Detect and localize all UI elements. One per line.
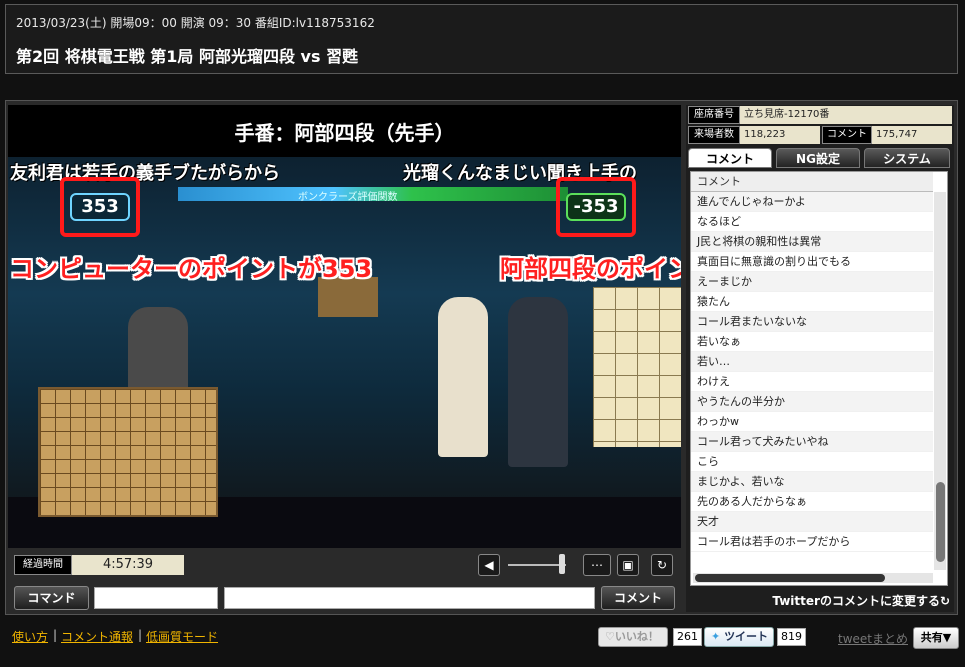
separator: |: [53, 628, 58, 642]
twitter-switch-link[interactable]: Twitterのコメントに変更する↻: [746, 592, 950, 609]
score-right: -353: [566, 193, 626, 221]
program-meta: 2013/03/23(土) 開場09：00 開演 09：30 番組ID:lv11…: [16, 16, 375, 30]
comment-row[interactable]: まじかよ、若いな: [691, 472, 933, 492]
comment-input[interactable]: [224, 587, 595, 609]
side-board: [593, 287, 681, 447]
stats-row: 来場者数 118,223 コメント 175,747: [688, 126, 952, 144]
video-feed[interactable]: ボンクラーズ評価関数 友利君は若手の義手ブたがらから 光瑠くんなまじい聞き上手の…: [8, 157, 681, 548]
comment-row[interactable]: 真面目に無意識の割り出でもる: [691, 252, 933, 272]
comment-bar: コマンド コメント: [8, 584, 681, 612]
seat-row: 座席番号 立ち見席-12170番: [688, 106, 952, 124]
visitors-value: 118,223: [740, 126, 820, 144]
reload-icon[interactable]: ↻: [651, 554, 673, 576]
comment-row[interactable]: コール君またいないな: [691, 312, 933, 332]
comment-row[interactable]: こら: [691, 452, 933, 472]
comment-row[interactable]: 若いなぁ: [691, 332, 933, 352]
turn-indicator: 手番：阿部四段（先手）: [234, 121, 455, 145]
volume-knob[interactable]: [559, 554, 565, 574]
tweet-summary-link[interactable]: tweetまとめ: [838, 630, 908, 647]
comment-row[interactable]: わけえ: [691, 372, 933, 392]
visitors-label: 来場者数: [688, 126, 740, 144]
speaker-icon[interactable]: ◀: [478, 554, 500, 576]
eval-banner-label: ボンクラーズ評価関数: [298, 192, 398, 203]
low-quality-mode-link[interactable]: 低画質モード: [146, 628, 218, 645]
report-comment-link[interactable]: コメント通報: [61, 628, 133, 645]
comment-toggle-icon[interactable]: ⋯: [583, 554, 611, 576]
elapsed-time: 4:57:39: [72, 555, 184, 575]
share-button[interactable]: 共有▼: [913, 627, 959, 649]
fullscreen-icon[interactable]: ▣: [617, 554, 639, 576]
tab-comments[interactable]: コメント: [688, 148, 772, 168]
separator: |: [138, 628, 143, 642]
comments-count-label: コメント: [822, 126, 872, 144]
comment-row[interactable]: なるほど: [691, 212, 933, 232]
comment-row[interactable]: コール君は若手のホープだから: [691, 532, 933, 552]
volume-track[interactable]: [508, 564, 566, 566]
horizontal-scroll-thumb[interactable]: [695, 574, 885, 582]
scrolling-comment: 友利君は若手の義手ブたがらから: [10, 163, 280, 184]
horizontal-scrollbar[interactable]: [693, 573, 933, 583]
seat-label: 座席番号: [688, 106, 740, 124]
command-button[interactable]: コマンド: [14, 586, 89, 610]
tab-ng-settings[interactable]: NG設定: [776, 148, 860, 168]
comment-row[interactable]: コール君って犬みたいやね: [691, 432, 933, 452]
like-count: 261: [673, 628, 702, 646]
annotation-right: 阿部四段のポイントが-353: [500, 255, 681, 283]
score-highlight-right: -353: [556, 177, 636, 237]
comment-row[interactable]: 進んでんじゃねーかよ: [691, 192, 933, 212]
program-header: 2013/03/23(土) 開場09：00 開演 09：30 番組ID:lv11…: [5, 4, 958, 74]
comment-row[interactable]: やうたんの半分か: [691, 392, 933, 412]
twitter-bird-icon: ✦: [711, 630, 721, 643]
shogi-board-inset: [38, 387, 218, 517]
player-controls: 経過時間 4:57:39 ◀ ⋯ ▣ ↻: [8, 551, 681, 579]
comment-row[interactable]: 若い…: [691, 352, 933, 372]
score-left: 353: [70, 193, 130, 221]
command-input[interactable]: [94, 587, 218, 609]
comment-row[interactable]: えーまじか: [691, 272, 933, 292]
comment-submit-button[interactable]: コメント: [601, 586, 675, 610]
comments-count-value: 175,747: [872, 126, 952, 144]
comment-list-header[interactable]: コメント: [691, 172, 933, 192]
presenter-figure: [438, 297, 488, 457]
tab-system[interactable]: システム: [864, 148, 950, 168]
comment-list[interactable]: コメント 進んでんじゃねーかよ なるほど J民と将棋の親和性は異常 真面目に無意識の割…: [690, 171, 948, 586]
comment-row[interactable]: 先のある人だからなぁ: [691, 492, 933, 512]
like-button[interactable]: ♡いいね！: [598, 627, 668, 647]
comment-row[interactable]: 天才: [691, 512, 933, 532]
score-highlight-left: 353: [60, 177, 140, 237]
comment-row[interactable]: J民と将棋の親和性は異常: [691, 232, 933, 252]
tweet-count: 819: [777, 628, 806, 646]
seat-value: 立ち見席-12170番: [740, 106, 952, 124]
vertical-scroll-thumb[interactable]: [936, 482, 945, 562]
comment-row[interactable]: 猿たん: [691, 292, 933, 312]
annotation-left: コンピューターのポイントが353: [10, 255, 373, 283]
program-title: 第2回 将棋電王戦 第1局 阿部光瑠四段 vs 習甦: [16, 47, 359, 66]
side-panel: 座席番号 立ち見席-12170番 来場者数 118,223 コメント 175,7…: [686, 105, 954, 612]
tweet-button[interactable]: ✦ ツイート: [704, 627, 774, 647]
comment-row[interactable]: わっかw: [691, 412, 933, 432]
analyst-figure: [508, 297, 568, 467]
elapsed-label: 経過時間: [14, 555, 72, 575]
video-player[interactable]: 手番：阿部四段（先手） ボンクラーズ評価関数 友利君は若手の義手ブたがらから 光…: [8, 105, 681, 548]
tweet-button-label: ツイート: [724, 630, 769, 643]
help-link[interactable]: 使い方: [12, 628, 48, 645]
